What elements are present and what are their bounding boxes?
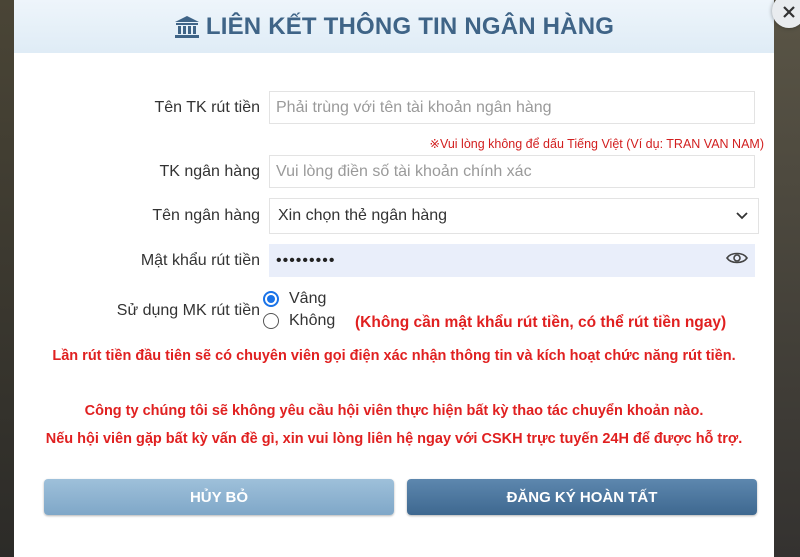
withdraw-password-input[interactable]: ••••••••• [269, 244, 755, 277]
password-value: ••••••••• [276, 251, 336, 269]
bank-icon [174, 15, 200, 39]
radio-option-yes[interactable]: Vâng [263, 288, 335, 310]
bank-select-value: Xin chọn thẻ ngân hàng [278, 207, 448, 224]
account-number-label: TK ngân hàng [159, 163, 260, 180]
radio-no-label: Không [289, 312, 336, 329]
background-right [774, 0, 800, 557]
radio-yes[interactable] [263, 291, 279, 307]
message-contact-support: Nếu hội viên gặp bất kỳ vấn đề gì, xin v… [45, 431, 743, 447]
cancel-button[interactable]: HỦY BỎ [44, 479, 394, 515]
bank-name-label: Tên ngân hàng [152, 207, 260, 224]
radio-no[interactable] [263, 313, 279, 329]
account-name-label: Tên TK rút tiền [154, 99, 260, 116]
account-name-note: ※Vui lòng không để dấu Tiếng Việt (Ví dụ… [429, 137, 765, 151]
withdraw-password-label: Mật khẩu rút tiền [140, 252, 260, 269]
modal-title: LIÊN KẾT THÔNG TIN NGÂN HÀNG [205, 12, 615, 40]
close-icon [782, 0, 796, 24]
message-no-transfer: Công ty chúng tôi sẽ không yêu cầu hội v… [84, 403, 704, 419]
bank-select[interactable]: Xin chọn thẻ ngân hàng [269, 198, 759, 234]
account-name-input[interactable] [269, 91, 755, 124]
modal-header: LIÊN KẾT THÔNG TIN NGÂN HÀNG [14, 0, 774, 53]
eye-icon[interactable] [726, 251, 748, 270]
radio-yes-label: Vâng [289, 290, 327, 307]
use-password-label: Sử dụng MK rút tiền [116, 302, 260, 319]
account-number-input[interactable] [269, 155, 755, 188]
submit-button[interactable]: ĐĂNG KÝ HOÀN TẤT [407, 479, 757, 515]
background-left [0, 0, 14, 557]
message-first-withdraw: Lần rút tiền đầu tiên sẽ có chuyên viên … [52, 348, 736, 364]
use-password-radio-group: Vâng Không [263, 288, 335, 332]
bank-link-modal: LIÊN KẾT THÔNG TIN NGÂN HÀNG Tên TK rút … [14, 0, 774, 557]
use-password-note: (Không cần mật khẩu rút tiền, có thể rút… [355, 314, 727, 331]
radio-option-no[interactable]: Không [263, 310, 335, 332]
chevron-down-icon [736, 207, 748, 225]
